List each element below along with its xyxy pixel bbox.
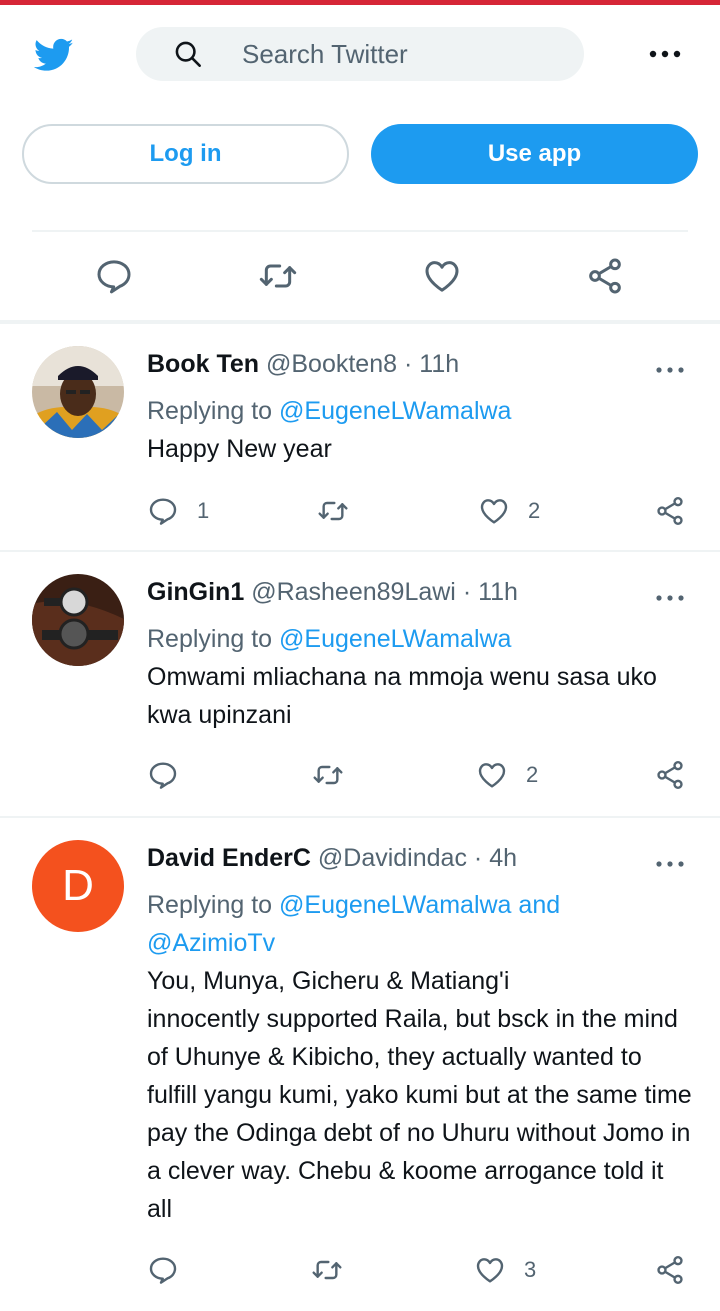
replying-to: Replying to @EugeneLWamalwa and @AzimioT… <box>147 886 617 962</box>
share-button[interactable] <box>654 1250 686 1290</box>
like-count: 2 <box>526 762 539 787</box>
share-button[interactable] <box>654 755 686 795</box>
mention-link[interactable]: @EugeneLWamalwa <box>279 397 511 425</box>
search-bar[interactable] <box>136 27 584 81</box>
mention-link[interactable]: @EugeneLWamalwa <box>279 625 511 653</box>
separator-dot: · <box>403 350 413 378</box>
header <box>0 5 720 105</box>
reply-bubble-icon <box>149 1257 177 1284</box>
like-count: 3 <box>524 1257 537 1282</box>
tweet-text: You, Munya, Gicheru & Matiang'i innocent… <box>147 967 692 1223</box>
tweet-item[interactable]: GinGin1 @Rasheen89Lawi · 11h Replying to… <box>0 552 720 818</box>
like-count: 2 <box>528 498 541 523</box>
separator-dot: · <box>473 844 483 872</box>
retweet-button[interactable] <box>317 491 367 531</box>
avatar[interactable] <box>32 574 124 666</box>
tweet-text: Happy New year <box>147 435 332 463</box>
retweet-button[interactable] <box>312 755 362 795</box>
twitter-bird-icon[interactable] <box>30 35 78 75</box>
like-button[interactable]: 2 <box>478 491 540 531</box>
replying-prefix: Replying to <box>147 891 273 919</box>
tweet-header: Book Ten @Bookten8 · 11h <box>147 350 459 379</box>
reply-button[interactable]: 1 <box>147 491 209 531</box>
more-dots-icon[interactable] <box>640 41 690 67</box>
retweet-icon <box>313 765 343 785</box>
tweet-header: David EnderC @Davidindac · 4h <box>147 844 517 873</box>
retweet-icon[interactable] <box>258 256 298 296</box>
reply-bubble-icon[interactable] <box>94 256 134 296</box>
tweet-time[interactable]: 11h <box>478 578 518 606</box>
reply-count: 1 <box>197 498 210 523</box>
search-icon <box>175 41 201 67</box>
reply-bubble-icon <box>149 762 177 789</box>
avatar-letter: D <box>62 861 94 910</box>
reply-bubble-icon <box>149 498 177 525</box>
heart-icon <box>476 1258 504 1283</box>
tweet-item[interactable]: D David EnderC @Davidindac · 4h Replying… <box>0 818 720 1311</box>
user-handle[interactable]: @Davidindac <box>318 844 467 872</box>
heart-icon <box>480 499 508 524</box>
share-icon <box>657 761 683 789</box>
more-dots-icon[interactable] <box>652 588 688 608</box>
retweet-icon <box>318 501 348 521</box>
avatar[interactable] <box>32 346 124 438</box>
search-input[interactable] <box>242 37 562 71</box>
share-icon <box>657 497 683 525</box>
retweet-icon <box>312 1260 342 1280</box>
tweet-text: Omwami mliachana na mmoja wenu sasa uko … <box>147 663 657 729</box>
tweet-item[interactable]: Book Ten @Bookten8 · 11h Replying to @Eu… <box>0 324 720 552</box>
tweet-actions: 3 <box>0 1250 720 1290</box>
heart-icon[interactable] <box>422 256 462 296</box>
tweet-time[interactable]: 11h <box>419 350 459 378</box>
tweet-header: GinGin1 @Rasheen89Lawi · 11h <box>147 578 518 607</box>
user-handle[interactable]: @Bookten8 <box>266 350 397 378</box>
separator-dot: · <box>462 578 472 606</box>
reply-button[interactable] <box>147 1250 197 1290</box>
heart-icon <box>478 763 506 788</box>
more-dots-icon[interactable] <box>652 854 688 874</box>
user-name[interactable]: GinGin1 <box>147 578 244 606</box>
tweet-actions: 1 2 <box>0 491 720 531</box>
user-name[interactable]: David EnderC <box>147 844 311 872</box>
tweet-time[interactable]: 4h <box>489 844 517 872</box>
use-app-button[interactable]: Use app <box>371 124 698 184</box>
login-button[interactable]: Log in <box>22 124 349 184</box>
replying-to: Replying to @EugeneLWamalwa <box>147 620 707 658</box>
like-button[interactable]: 3 <box>474 1250 536 1290</box>
avatar[interactable]: D <box>32 840 124 932</box>
user-handle[interactable]: @Rasheen89Lawi <box>251 578 456 606</box>
replying-prefix: Replying to <box>147 625 273 653</box>
share-button[interactable] <box>654 491 686 531</box>
like-button[interactable]: 2 <box>476 755 538 795</box>
user-name[interactable]: Book Ten <box>147 350 259 378</box>
replying-to: Replying to @EugeneLWamalwa <box>147 392 707 430</box>
retweet-button[interactable] <box>311 1250 361 1290</box>
more-dots-icon[interactable] <box>652 360 688 380</box>
replying-prefix: Replying to <box>147 397 273 425</box>
share-icon <box>657 1256 683 1284</box>
tweet-actions: 2 <box>0 755 720 795</box>
reply-button[interactable] <box>147 755 197 795</box>
share-icon[interactable] <box>585 256 625 296</box>
main-tweet-actions <box>0 232 720 320</box>
